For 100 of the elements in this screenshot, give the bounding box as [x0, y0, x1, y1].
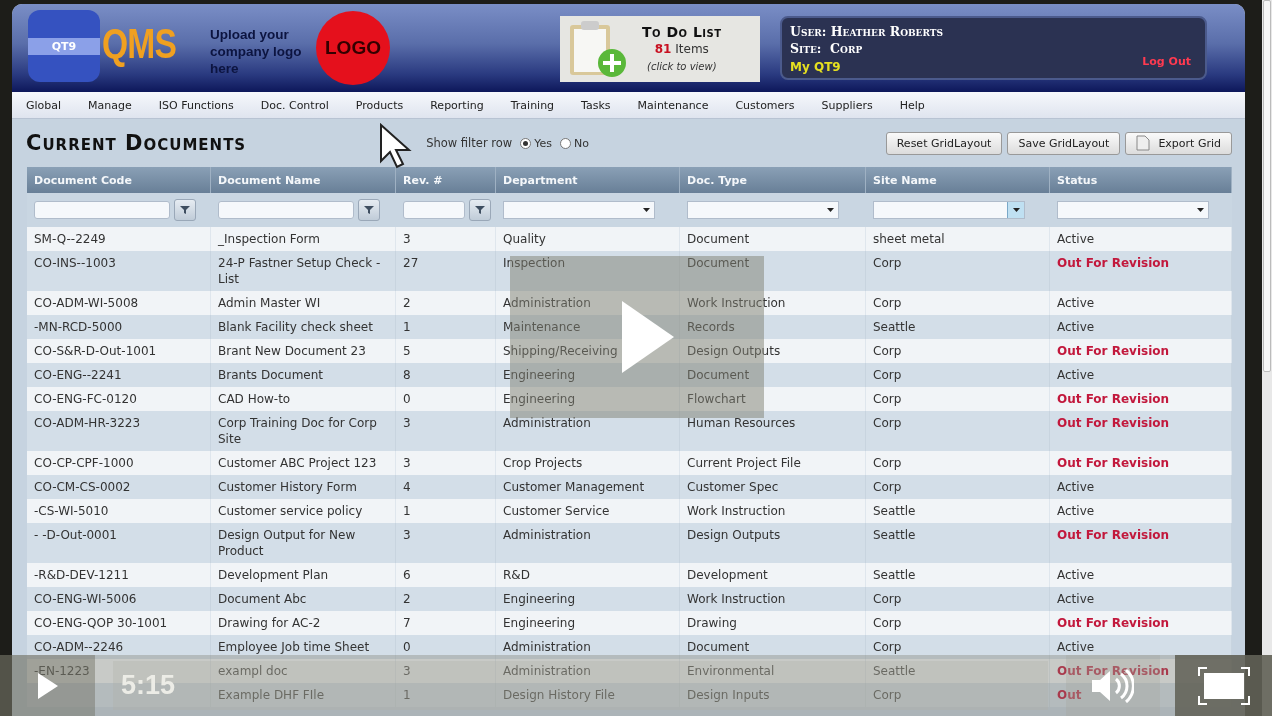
table-cell: exampl doc [211, 659, 396, 683]
table-cell: Drawing [680, 611, 866, 635]
filter-field[interactable] [218, 201, 354, 219]
table-cell: CO-ENG-WI-5006 [27, 587, 211, 611]
table-cell: 4 [396, 475, 496, 499]
status-cell: Out For Revision [1050, 523, 1232, 563]
table-cell: Corp [866, 587, 1050, 611]
logo-upload-button[interactable]: LOGO [316, 11, 390, 85]
menu-item[interactable]: Products [355, 98, 404, 112]
funnel-icon [475, 205, 485, 215]
menu-item[interactable]: Global [26, 98, 62, 112]
table-cell: Employee Job time Sheet [211, 635, 396, 659]
menu-item[interactable]: Manage [88, 98, 132, 112]
play-button[interactable] [0, 655, 95, 716]
table-cell: Human Resources [680, 411, 866, 451]
table-cell: R&D [496, 563, 680, 587]
page-title: Current Documents [26, 131, 247, 155]
table-cell: Document [680, 251, 866, 291]
table-cell: CO-ADM--2246 [27, 635, 211, 659]
table-cell: 7 [396, 611, 496, 635]
radio-option[interactable]: No [559, 136, 589, 150]
menu-item[interactable]: Customers [735, 98, 795, 112]
menu-item[interactable]: ISO Functions [158, 98, 234, 112]
table-cell: Administration [496, 523, 680, 563]
table-cell: Design History File [496, 683, 680, 707]
table-cell: 3 [396, 451, 496, 475]
my-qt9-link[interactable]: My QT9 [790, 59, 841, 76]
table-cell: Development [680, 563, 866, 587]
table-cell: Crop Projects [496, 451, 680, 475]
table-cell: Corp [866, 451, 1050, 475]
filter-button[interactable] [174, 199, 196, 221]
caret-icon [826, 208, 834, 212]
table-cell: Brant New Document 23 [211, 339, 396, 363]
table-cell: CO-ADM-WI-5008 [27, 291, 211, 315]
play-icon [622, 301, 674, 373]
status-cell: Out For Revision [1050, 387, 1232, 411]
table-cell: Corp [866, 635, 1050, 659]
table-cell: Brants Document [211, 363, 396, 387]
table-cell: Records [680, 315, 866, 339]
table-cell: sheet metal [866, 227, 1050, 251]
table-cell: Corp [866, 683, 1050, 707]
table-cell: 3 [396, 523, 496, 563]
logout-link[interactable]: Log Out [1142, 53, 1191, 70]
filter-field[interactable] [403, 201, 465, 219]
menu-item[interactable]: Tasks [581, 98, 611, 112]
table-cell: Administration [496, 659, 680, 683]
upload-note: Upload your company logo here [210, 26, 303, 77]
table-cell: -CS-WI-5010 [27, 499, 211, 523]
menu-item[interactable]: Suppliers [821, 98, 873, 112]
table-cell: 1 [396, 315, 496, 339]
table-cell: 24-P Fastner Setup Check - List [211, 251, 396, 291]
table-cell: 6 [396, 563, 496, 587]
menu-item[interactable]: Maintenance [637, 98, 709, 112]
table-cell: Seattle [866, 315, 1050, 339]
status-cell: Active [1050, 363, 1232, 387]
filter-field[interactable] [34, 201, 170, 219]
table-cell: CAD How-to [211, 387, 396, 411]
status-cell: Active [1050, 315, 1232, 339]
table-cell: Flowchart [680, 387, 866, 411]
table-cell: Document Abc [211, 587, 396, 611]
todo-panel[interactable]: To Do List 81 Items (click to view) [560, 16, 760, 82]
grid-button[interactable]: Save GridLayout [1007, 131, 1121, 155]
status-cell: Active [1050, 291, 1232, 315]
menu-item[interactable]: Doc. Control [260, 98, 329, 112]
table-cell: 3 [396, 411, 496, 451]
table-cell: Work Instruction [680, 499, 866, 523]
grid-button[interactable]: Reset GridLayout [885, 131, 1003, 155]
filter-button[interactable] [358, 199, 380, 221]
status-cell: Out For Revision [1050, 411, 1232, 451]
status-cell: Out For Revision [1050, 451, 1232, 475]
status-cell: Active [1050, 499, 1232, 523]
table-cell: Customer service policy [211, 499, 396, 523]
table-cell: CO-ENG-FC-0120 [27, 387, 211, 411]
table-cell: Corp Training Doc for Corp Site [211, 411, 396, 451]
table-cell: CO-ADM-HR-3223 [27, 411, 211, 451]
table-cell: Corp [866, 387, 1050, 411]
radio-option[interactable]: Yes [520, 136, 552, 150]
status-cell: Active [1050, 635, 1232, 659]
table-cell: Administration [496, 635, 680, 659]
table-cell: Engineering [496, 363, 680, 387]
site-name: Site: Corp [790, 40, 864, 57]
filter-button[interactable] [469, 199, 491, 221]
table-cell: Document [680, 227, 866, 251]
table-cell: Corp [866, 411, 1050, 451]
table-cell: Customer Service [496, 499, 680, 523]
status-cell: Active [1050, 227, 1232, 251]
table-cell: Corp [866, 611, 1050, 635]
table-cell: 0 [396, 635, 496, 659]
table-cell: Admin Master WI [211, 291, 396, 315]
menu-item[interactable]: Reporting [430, 98, 484, 112]
table-cell: Corp [866, 475, 1050, 499]
export-button[interactable]: Export Grid [1125, 131, 1232, 155]
table-cell: Engineering [496, 587, 680, 611]
menu-item[interactable]: Training [510, 98, 555, 112]
fullscreen-button[interactable] [1175, 655, 1272, 716]
table-cell: Drawing for AC-2 [211, 611, 396, 635]
menu-item[interactable]: Help [899, 98, 925, 112]
table-cell: Customer History Form [211, 475, 396, 499]
caret-icon [1012, 208, 1020, 212]
table-cell: Seattle [866, 563, 1050, 587]
